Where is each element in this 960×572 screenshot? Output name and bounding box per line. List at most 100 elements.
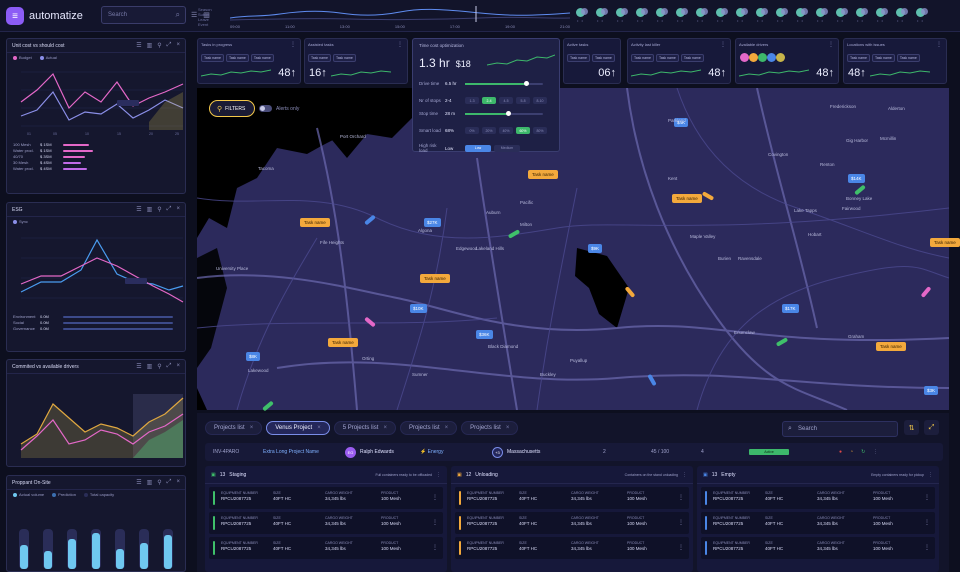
pin-icon[interactable]: ⚲ <box>157 479 161 486</box>
more-people-badge[interactable]: +3 <box>492 446 503 458</box>
esg-chart[interactable] <box>7 226 185 310</box>
task-marker[interactable]: Task name <box>420 274 450 283</box>
pin-icon[interactable]: ⚲ <box>157 42 161 49</box>
pin-icon[interactable]: ⚲ <box>157 363 161 370</box>
tco-option[interactable]: 60% <box>516 127 530 134</box>
price-pin[interactable]: $8K <box>246 352 261 361</box>
expand-icon[interactable]: ⤢ <box>924 420 939 435</box>
tco-option[interactable]: 80% <box>533 127 547 134</box>
project-tab[interactable]: Projects list × <box>205 421 263 435</box>
price-pin[interactable]: $9K <box>588 244 603 253</box>
project-tab[interactable]: Projects list × <box>399 421 458 435</box>
more-icon[interactable]: ⋮ <box>828 41 834 48</box>
unit-cost-chart[interactable]: 01 05 10 15 20 25 <box>7 62 185 138</box>
kpi-card[interactable]: Available drivers ⋮ 48↑ <box>735 38 839 84</box>
search-input[interactable]: Search ⌕ <box>101 6 186 24</box>
container-card[interactable]: EQUIPMENT NUMBER RPCU2087725 SIZE 40FT HC CA… <box>701 512 935 534</box>
more-icon[interactable]: ⋮ <box>432 494 438 501</box>
task-marker[interactable]: Task name <box>300 218 330 227</box>
driver-avatar[interactable]: • • <box>756 8 768 23</box>
pin-icon[interactable]: ⚲ <box>157 206 161 213</box>
proppant-chart[interactable] <box>7 499 185 569</box>
more-icon[interactable]: ⋮ <box>678 544 684 551</box>
driver-avatar[interactable]: • • <box>636 8 648 23</box>
driver-avatar[interactable]: • • <box>896 8 908 23</box>
list-icon[interactable]: ☰ <box>191 11 197 19</box>
more-icon[interactable]: ⋮ <box>678 519 684 526</box>
menu-icon[interactable]: ≡ <box>6 7 24 25</box>
price-pin[interactable]: $3K <box>924 386 939 395</box>
close-icon[interactable]: × <box>250 425 254 431</box>
tco-option[interactable]: 4-5 <box>499 97 513 104</box>
container-card[interactable]: EQUIPMENT NUMBER RPCU2087725 SIZE 40FT HC CA… <box>701 487 935 509</box>
project-tab[interactable]: Projects list × <box>461 421 519 435</box>
tco-slider[interactable] <box>465 110 543 116</box>
close-icon[interactable]: × <box>445 425 449 431</box>
price-pin[interactable]: $36K <box>476 330 493 339</box>
project-tab[interactable]: Venus Project × <box>266 421 330 435</box>
more-icon[interactable]: ⋮ <box>924 494 930 501</box>
close-icon[interactable]: × <box>176 363 180 370</box>
projects-search-input[interactable]: ⌕ Search <box>782 421 898 437</box>
driver-avatar[interactable]: • • <box>856 8 868 23</box>
more-icon[interactable]: ⋮ <box>436 472 441 478</box>
tco-option[interactable]: 5-8 <box>516 97 530 104</box>
kpi-card[interactable]: Assisted tasks ⋮ Task name Task name 16↑ <box>304 38 408 84</box>
alert-icon[interactable]: ● <box>839 449 842 455</box>
clock-icon[interactable]: ◔ <box>850 449 853 455</box>
close-icon[interactable]: × <box>176 479 180 486</box>
price-pin[interactable]: $27K <box>424 218 441 227</box>
chart-icon[interactable]: ▥ <box>147 42 153 49</box>
driver-avatar[interactable]: • • <box>836 8 848 23</box>
more-icon[interactable]: ⋮ <box>873 449 878 455</box>
chart-icon[interactable]: ▥ <box>147 479 153 486</box>
more-icon[interactable]: ⋮ <box>928 472 933 478</box>
more-icon[interactable]: ⋮ <box>720 41 726 48</box>
more-icon[interactable]: ⋮ <box>397 41 403 48</box>
sort-icon[interactable]: ⇅ <box>904 420 919 435</box>
container-card[interactable]: EQUIPMENT NUMBER RPCU2087725 SIZE 40FT HC CA… <box>455 487 689 509</box>
driver-avatar[interactable]: • • <box>716 8 728 23</box>
chart-icon[interactable]: ▥ <box>147 363 153 370</box>
list-icon[interactable]: ☰ <box>136 206 141 213</box>
chart-icon[interactable]: ▥ <box>147 206 153 213</box>
driver-avatar[interactable]: • • <box>656 8 668 23</box>
project-name[interactable]: Extra Long Project Name <box>263 449 345 455</box>
kpi-card[interactable]: Activity last killer ⋮ Task name Task name T… <box>627 38 731 84</box>
more-icon[interactable]: ⋮ <box>924 519 930 526</box>
more-icon[interactable]: ⋮ <box>924 544 930 551</box>
list-icon[interactable]: ☰ <box>136 42 141 49</box>
container-card[interactable]: EQUIPMENT NUMBER RPCU2087725 SIZE 40FT HC CA… <box>701 537 935 559</box>
tco-option[interactable]: 0% <box>465 127 479 134</box>
list-icon[interactable]: ☰ <box>136 363 141 370</box>
task-marker[interactable]: Task name <box>672 194 702 203</box>
container-card[interactable]: EQUIPMENT NUMBER RPCU2087725 SIZE 40FT HC CA… <box>209 537 443 559</box>
tco-option[interactable]: 2-4 <box>482 97 496 104</box>
driver-avatar[interactable]: • • <box>876 8 888 23</box>
price-pin[interactable]: $14K <box>848 174 865 183</box>
project-summary-row[interactable]: INV-4PARO Extra Long Project Name EG Ral… <box>205 443 943 461</box>
driver-avatar[interactable]: • • <box>696 8 708 23</box>
close-icon[interactable]: × <box>383 425 387 431</box>
tco-option[interactable]: 1-3 <box>465 97 479 104</box>
alerts-only-toggle[interactable] <box>259 105 272 112</box>
container-card[interactable]: EQUIPMENT NUMBER RPCU2087725 SIZE 40FT HC CA… <box>455 537 689 559</box>
expand-icon[interactable]: ⤢ <box>167 479 172 486</box>
tco-option[interactable]: Medium <box>494 144 520 152</box>
expand-icon[interactable]: ⤢ <box>167 42 172 49</box>
driver-avatar[interactable]: • • <box>816 8 828 23</box>
driver-avatar[interactable]: • • <box>616 8 628 23</box>
task-marker[interactable]: Task name <box>876 342 906 351</box>
tco-slider[interactable] <box>465 80 543 86</box>
driver-avatar[interactable]: • • <box>596 8 608 23</box>
task-marker[interactable]: Task name <box>930 238 960 247</box>
task-marker[interactable]: Task name <box>328 338 358 347</box>
price-pin[interactable]: $17K <box>782 304 799 313</box>
timeline[interactable]: Season Sublet Leave Event 09:00 11:00 13:0… <box>198 4 570 29</box>
close-icon[interactable]: × <box>176 206 180 213</box>
tco-option[interactable]: 8-10 <box>533 97 547 104</box>
more-icon[interactable]: ⋮ <box>936 41 942 48</box>
tco-option[interactable]: 20% <box>482 127 496 134</box>
kpi-card[interactable]: Active tasks Task name Task name 06↑ <box>563 38 621 84</box>
container-card[interactable]: EQUIPMENT NUMBER RPCU2087725 SIZE 40FT HC CA… <box>455 512 689 534</box>
